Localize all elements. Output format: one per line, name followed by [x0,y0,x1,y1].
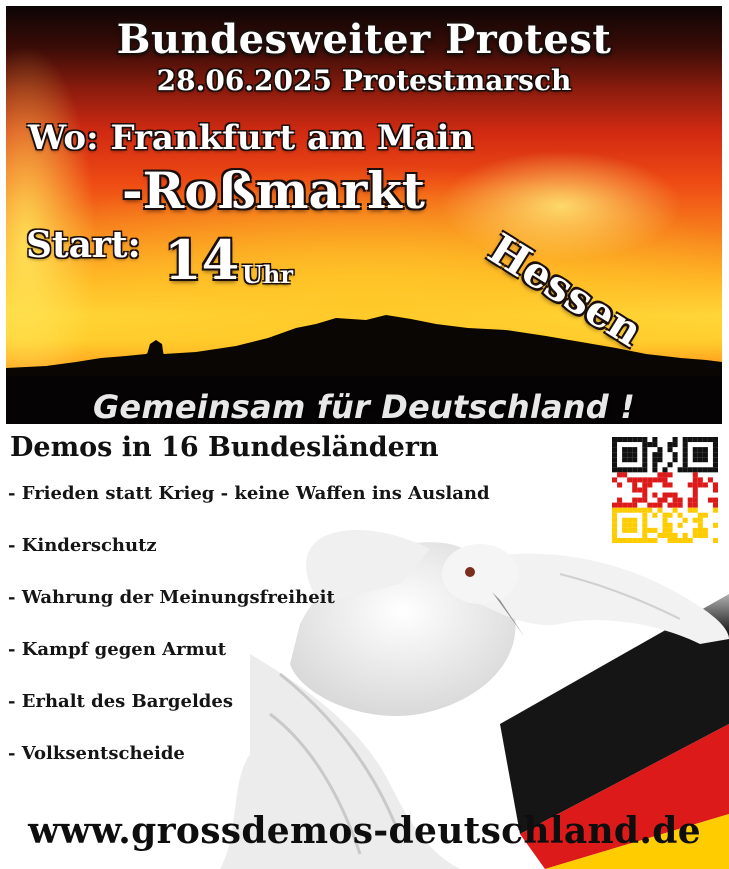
qr-code-icon[interactable] [612,437,718,543]
event-location: Wo: Frankfurt am Main [28,118,475,158]
list-item: - Frieden statt Krieg - keine Waffen ins… [8,483,490,504]
website-link[interactable]: www.grossdemos-deutschland.de [0,810,729,852]
list-item: - Kampf gegen Armut [8,639,227,660]
motto: Gemeinsam für Deutschland ! [92,388,636,424]
event-place: -Roßmarkt [122,161,426,220]
event-date: 28.06.2025 Protestmarsch [156,64,572,97]
banner-title: Bundesweiter Protest [116,16,612,63]
start-unit: Uhr [242,260,294,289]
topic-list: - Frieden statt Krieg - keine Waffen ins… [8,478,490,790]
list-item: - Kinderschutz [8,535,157,556]
list-item: - Volksentscheide [8,743,185,764]
list-item: - Erhalt des Bargeldes [8,691,233,712]
demos-heading: Demos in 16 Bundesländern [10,432,439,463]
event-banner: Bundesweiter Protest 28.06.2025 Protestm… [6,6,722,424]
start-label: Start: [26,224,141,266]
list-item: - Wahrung der Meinungsfreiheit [8,587,335,608]
start-hour: 14 [164,228,240,292]
